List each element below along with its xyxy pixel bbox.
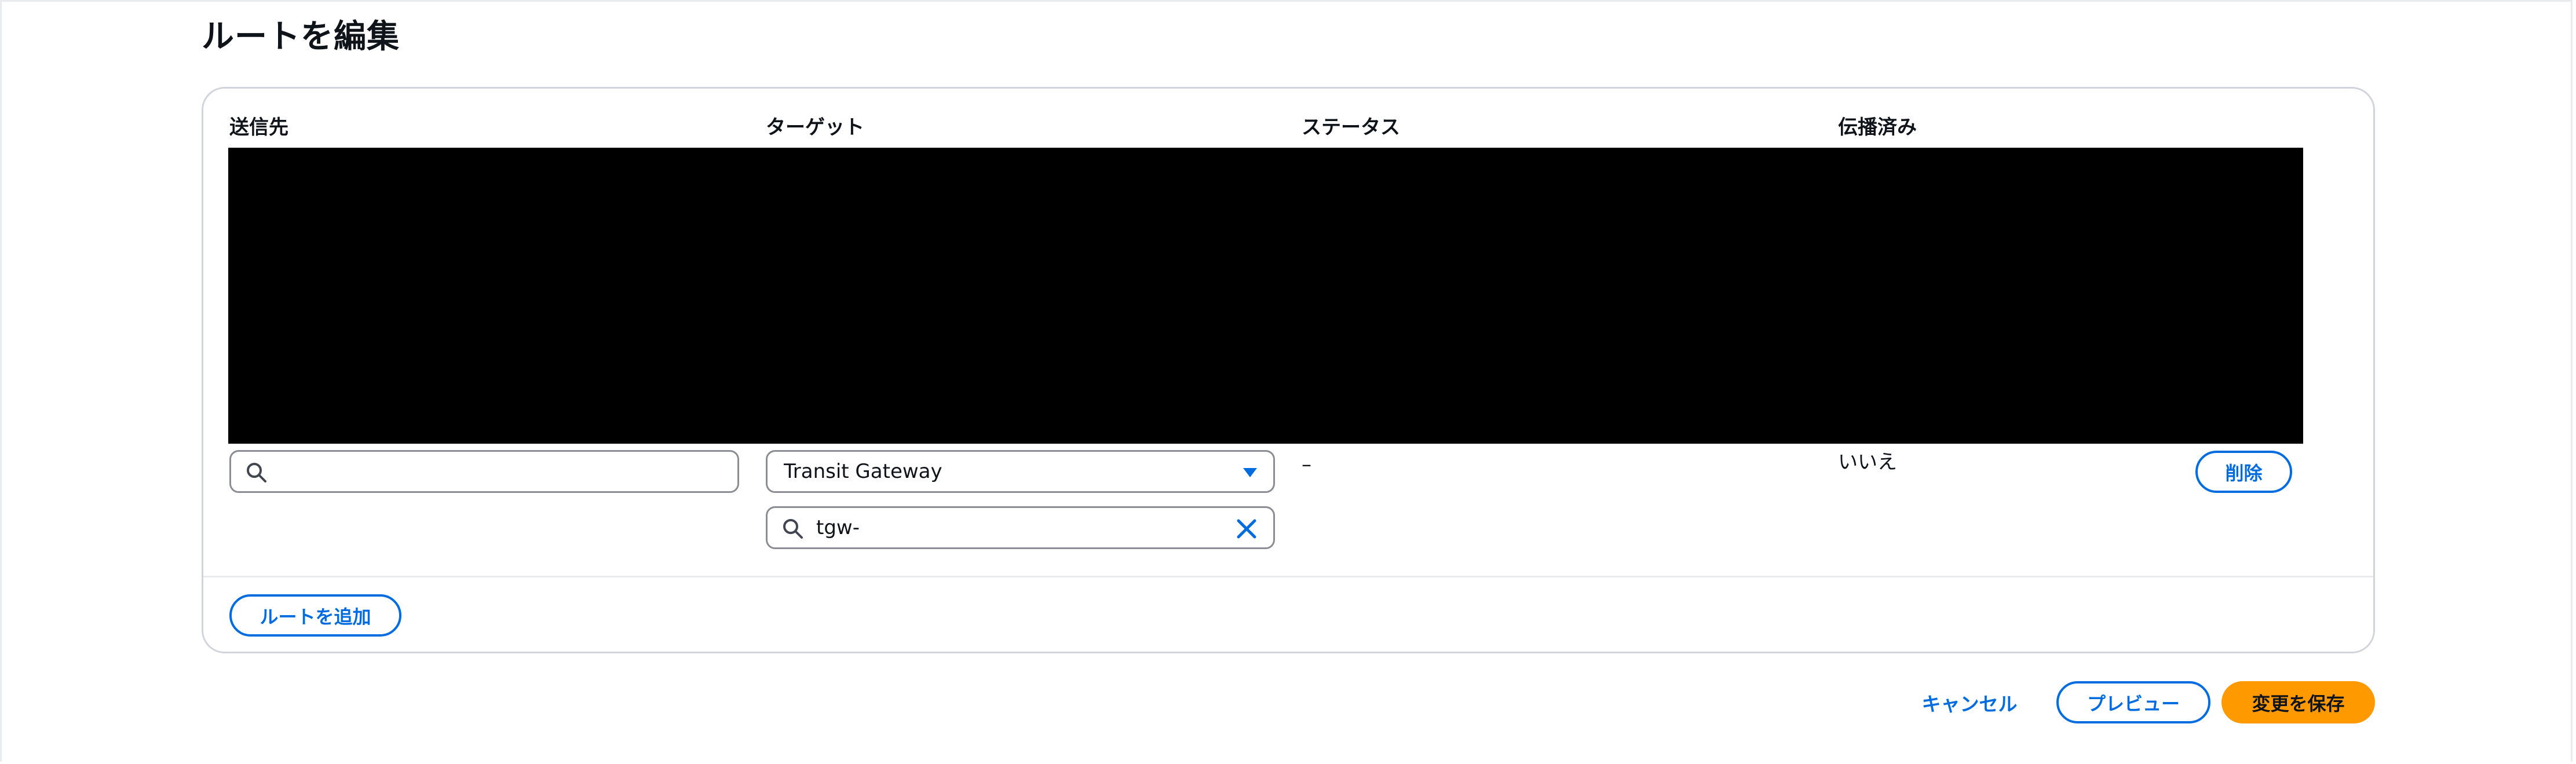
preview-button[interactable]: プレビュー <box>2056 681 2210 723</box>
clear-icon[interactable] <box>1236 518 1258 540</box>
remove-route-button[interactable]: 削除 <box>2195 451 2292 493</box>
target-type-select[interactable]: Transit Gateway <box>766 450 1275 493</box>
add-route-button[interactable]: ルートを追加 <box>229 594 401 637</box>
card-footer-divider <box>203 576 2373 577</box>
destination-search-field[interactable] <box>229 450 739 493</box>
column-header-target: ターゲット <box>766 116 864 139</box>
search-icon <box>783 519 803 539</box>
caret-down-icon <box>1243 468 1257 477</box>
page-title: ルートを編集 <box>202 18 400 56</box>
route-status-value: – <box>1302 453 1311 476</box>
target-search-field[interactable] <box>766 506 1275 549</box>
target-search-input[interactable] <box>816 514 1222 542</box>
target-type-selected-value: Transit Gateway <box>784 460 942 483</box>
route-propagated-value: いいえ <box>1838 451 1897 474</box>
destination-search-input[interactable] <box>280 458 726 485</box>
redacted-route-rows <box>228 148 2303 444</box>
column-header-destination: 送信先 <box>229 116 288 139</box>
column-header-status: ステータス <box>1302 116 1400 139</box>
search-icon <box>247 463 266 482</box>
cancel-button[interactable]: キャンセル <box>1909 681 2030 723</box>
save-changes-button[interactable]: 変更を保存 <box>2221 681 2375 723</box>
column-header-propagated: 伝播済み <box>1838 116 1917 139</box>
